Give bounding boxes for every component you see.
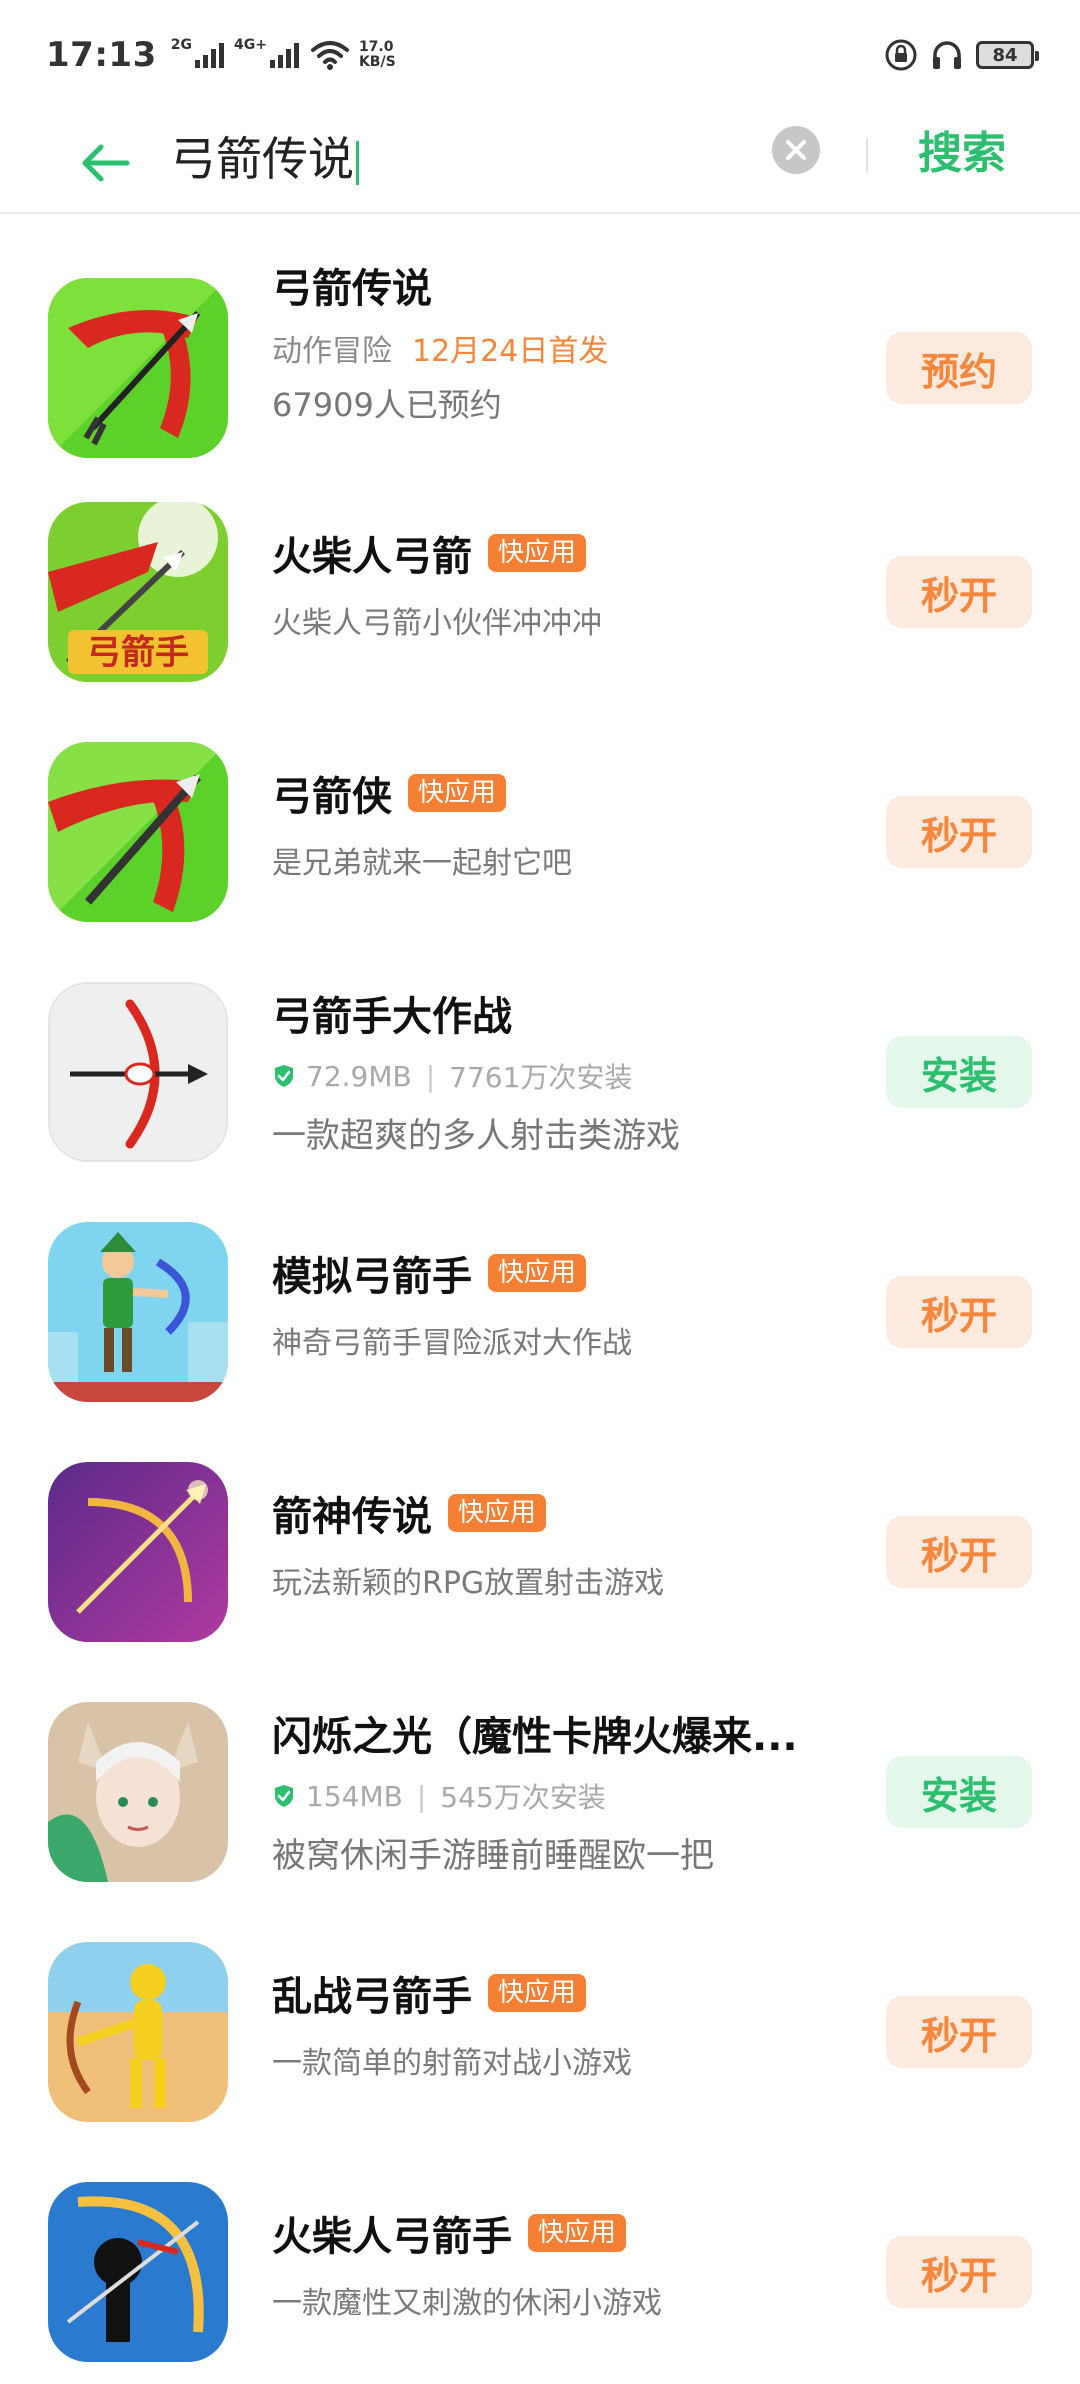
app-info: 火柴人弓箭 快应用 火柴人弓箭小伙伴冲冲冲 <box>272 524 880 642</box>
sim1-signal-icon: 2G <box>171 38 224 68</box>
app-name: 弓箭手大作战 <box>272 994 512 1040</box>
list-item[interactable]: 弓箭手大作战 72.9MB | 7761万次安装 一款超爽的多人射击类游戏 安装 <box>0 944 1080 1184</box>
close-icon <box>786 140 806 160</box>
list-item[interactable]: 弓箭传说 动作冒险 12月24日首发 67909人已预约 预约 <box>0 216 1080 464</box>
list-item[interactable]: 火柴人弓箭手 快应用 一款魔性又刺激的休闲小游戏 秒开 <box>0 2144 1080 2384</box>
app-name: 闪烁之光（魔性卡牌火爆来... <box>272 1714 798 1760</box>
search-button[interactable]: 搜索 <box>918 126 1006 182</box>
quick-app-badge: 快应用 <box>488 1254 587 1292</box>
list-item[interactable]: 弓箭手 火柴人弓箭 快应用 火柴人弓箭小伙伴冲冲冲 秒开 <box>0 464 1080 704</box>
app-description: 是兄弟就来一起射它吧 <box>272 846 572 881</box>
app-info: 闪烁之光（魔性卡牌火爆来... 154MB | 545万次安装 被窝休闲手游睡前… <box>272 1704 880 1877</box>
app-icon-archer-simulator <box>48 1222 228 1402</box>
quick-app-badge: 快应用 <box>488 1974 587 2012</box>
install-button[interactable]: 安装 <box>886 1036 1032 1108</box>
app-name: 火柴人弓箭手 <box>272 2214 512 2260</box>
quick-app-badge: 快应用 <box>448 1494 547 1532</box>
install-count: 545万次安装 <box>440 1781 606 1814</box>
app-name: 模拟弓箭手 <box>272 1254 472 1300</box>
app-name: 弓箭侠 <box>272 774 392 820</box>
network-speed: 17.0 KB/S <box>359 40 396 70</box>
app-icon-stickman-archer <box>48 2182 228 2362</box>
app-icon-archer-hero <box>48 742 228 922</box>
quick-app-badge: 快应用 <box>528 2214 627 2252</box>
headphones-icon <box>930 38 964 72</box>
list-item[interactable]: 闪烁之光（魔性卡牌火爆来... 154MB | 545万次安装 被窝休闲手游睡前… <box>0 1664 1080 1904</box>
app-name: 箭神传说 <box>272 1494 432 1540</box>
release-date: 12月24日首发 <box>412 334 609 369</box>
back-button[interactable] <box>70 128 140 198</box>
battery-level: 84 <box>992 44 1018 66</box>
app-size: 72.9MB <box>306 1059 412 1093</box>
list-item[interactable]: 模拟弓箭手 快应用 神奇弓箭手冒险派对大作战 秒开 <box>0 1184 1080 1424</box>
app-description: 神奇弓箭手冒险派对大作战 <box>272 1326 632 1361</box>
sim1-label: 2G <box>170 37 192 53</box>
search-query-text: 弓箭传说 <box>170 132 354 186</box>
app-icon-flickering-light <box>48 1702 228 1882</box>
battery-icon: 84 <box>976 41 1039 69</box>
app-icon-arrow-god <box>48 1462 228 1642</box>
app-icon-archer-battle <box>48 982 228 1162</box>
app-description: 被窝休闲手游睡前睡醒欧一把 <box>272 1836 714 1876</box>
svg-text:弓箭手: 弓箭手 <box>87 633 189 673</box>
verified-check-icon <box>275 1785 293 1807</box>
app-description: 玩法新颖的RPG放置射击游戏 <box>272 1566 665 1601</box>
clear-search-button[interactable] <box>772 126 820 174</box>
back-arrow-icon <box>82 144 130 182</box>
app-description: 一款超爽的多人射击类游戏 <box>272 1116 680 1156</box>
app-info: 乱战弓箭手 快应用 一款简单的射箭对战小游戏 <box>272 1964 880 2082</box>
search-input[interactable]: 弓箭传说 <box>170 124 359 194</box>
quick-app-badge: 快应用 <box>408 774 507 812</box>
app-icon-melee-archer <box>48 1942 228 2122</box>
reservation-count: 67909人已预约 <box>272 386 502 424</box>
app-description: 火柴人弓箭小伙伴冲冲冲 <box>272 606 602 641</box>
install-count: 7761万次安装 <box>449 1061 633 1094</box>
app-icon-archery-legend <box>48 278 228 458</box>
reserve-button[interactable]: 预约 <box>886 332 1032 404</box>
search-divider <box>866 138 868 172</box>
app-icon-stickman-bow: 弓箭手 <box>48 502 228 682</box>
sim2-label: 4G+ <box>233 37 267 53</box>
status-time: 17:13 <box>46 35 157 75</box>
app-description: 一款简单的射箭对战小游戏 <box>272 2046 632 2081</box>
app-name: 乱战弓箭手 <box>272 1974 472 2020</box>
instant-open-button[interactable]: 秒开 <box>886 1516 1032 1588</box>
instant-open-button[interactable]: 秒开 <box>886 556 1032 628</box>
speed-unit: KB/S <box>358 54 396 70</box>
app-info: 模拟弓箭手 快应用 神奇弓箭手冒险派对大作战 <box>272 1244 880 1362</box>
app-description: 一款魔性又刺激的休闲小游戏 <box>272 2286 662 2321</box>
app-info: 弓箭手大作战 72.9MB | 7761万次安装 一款超爽的多人射击类游戏 <box>272 984 880 1157</box>
speed-value: 17.0 <box>358 39 394 55</box>
text-caret <box>356 140 359 185</box>
app-info: 火柴人弓箭手 快应用 一款魔性又刺激的休闲小游戏 <box>272 2204 880 2322</box>
list-item[interactable]: 箭神传说 快应用 玩法新颖的RPG放置射击游戏 秒开 <box>0 1424 1080 1664</box>
list-item[interactable]: 乱战弓箭手 快应用 一款简单的射箭对战小游戏 秒开 <box>0 1904 1080 2144</box>
list-item[interactable]: 弓箭侠 快应用 是兄弟就来一起射它吧 秒开 <box>0 704 1080 944</box>
instant-open-button[interactable]: 秒开 <box>886 2236 1032 2308</box>
verified-check-icon <box>275 1065 293 1087</box>
install-button[interactable]: 安装 <box>886 1756 1032 1828</box>
app-info: 弓箭传说 动作冒险 12月24日首发 67909人已预约 <box>272 256 880 426</box>
search-bar: 弓箭传说 搜索 <box>0 110 1080 214</box>
lock-rotation-icon <box>884 38 918 72</box>
wifi-icon <box>310 40 349 70</box>
app-size: 154MB <box>306 1779 403 1813</box>
instant-open-button[interactable]: 秒开 <box>886 796 1032 868</box>
quick-app-badge: 快应用 <box>488 534 587 572</box>
app-info: 弓箭侠 快应用 是兄弟就来一起射它吧 <box>272 764 880 882</box>
app-name: 弓箭传说 <box>272 266 432 312</box>
search-results-list: 弓箭传说 动作冒险 12月24日首发 67909人已预约 预约 弓箭手 火柴人弓箭… <box>0 216 1080 2384</box>
app-name: 火柴人弓箭 <box>272 534 472 580</box>
app-category: 动作冒险 <box>272 334 392 369</box>
app-info: 箭神传说 快应用 玩法新颖的RPG放置射击游戏 <box>272 1484 880 1602</box>
sim2-signal-icon: 4G+ <box>234 38 299 68</box>
instant-open-button[interactable]: 秒开 <box>886 1276 1032 1348</box>
instant-open-button[interactable]: 秒开 <box>886 1996 1032 2068</box>
status-bar: 17:13 2G 4G+ 17.0 KB/S 84 <box>0 0 1080 110</box>
